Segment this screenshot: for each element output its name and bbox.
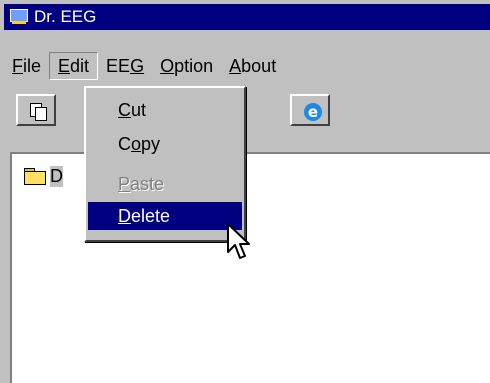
copy-prefix: C: [118, 134, 131, 154]
delete-mnemonic: D: [118, 206, 131, 226]
copy-button[interactable]: [16, 94, 56, 126]
menu-item-delete[interactable]: Delete: [88, 202, 242, 230]
menu-bar: File Edit EEG Option About: [4, 50, 490, 82]
menu-edit-mnemonic: E: [58, 56, 71, 76]
paste-rest: aste: [130, 174, 165, 194]
copy-mnemonic: o: [131, 134, 142, 154]
cut-rest: ut: [131, 100, 147, 120]
cut-mnemonic: C: [118, 100, 131, 120]
menu-item-paste[interactable]: Paste: [88, 170, 242, 198]
tree-node-label[interactable]: D: [50, 166, 63, 187]
menu-file-rest: ile: [23, 56, 42, 76]
menu-about-rest: bout: [241, 56, 277, 76]
toolbar: e: [4, 92, 490, 136]
menu-option[interactable]: Option: [152, 52, 221, 80]
menu-option-mnemonic: O: [160, 56, 175, 76]
menu-file[interactable]: File: [4, 52, 49, 80]
tree-view[interactable]: D: [10, 152, 490, 383]
copy-icon: [30, 103, 47, 121]
app-icon[interactable]: [10, 9, 30, 25]
menu-option-rest: ption: [174, 56, 214, 76]
paste-mnemonic: P: [118, 174, 131, 194]
internet-explorer-button[interactable]: e: [290, 94, 330, 126]
edit-menu-dropdown: Cut Copy Paste Delete: [84, 86, 246, 242]
menu-file-mnemonic: F: [12, 56, 23, 76]
delete-rest: elete: [131, 206, 171, 226]
mouse-pointer-icon: [227, 223, 250, 259]
menu-eeg-prefix: EE: [106, 56, 131, 76]
menu-edit-rest: dit: [70, 56, 90, 76]
menu-about[interactable]: About: [221, 52, 284, 80]
menu-item-copy[interactable]: Copy: [88, 130, 242, 158]
menu-about-mnemonic: A: [229, 56, 242, 76]
internet-explorer-icon: e: [304, 103, 322, 121]
folder-open-icon[interactable]: [24, 168, 46, 185]
menu-eeg[interactable]: EEG: [98, 52, 152, 80]
menu-item-cut[interactable]: Cut: [88, 96, 242, 124]
copy-rest: py: [141, 134, 161, 154]
app-window: Dr. EEG File Edit EEG Option About e D C…: [0, 0, 490, 383]
title-bar[interactable]: Dr. EEG: [4, 4, 490, 30]
menu-edit[interactable]: Edit: [49, 52, 99, 80]
window-title: Dr. EEG: [34, 7, 97, 26]
menu-eeg-mnemonic: G: [130, 56, 145, 76]
